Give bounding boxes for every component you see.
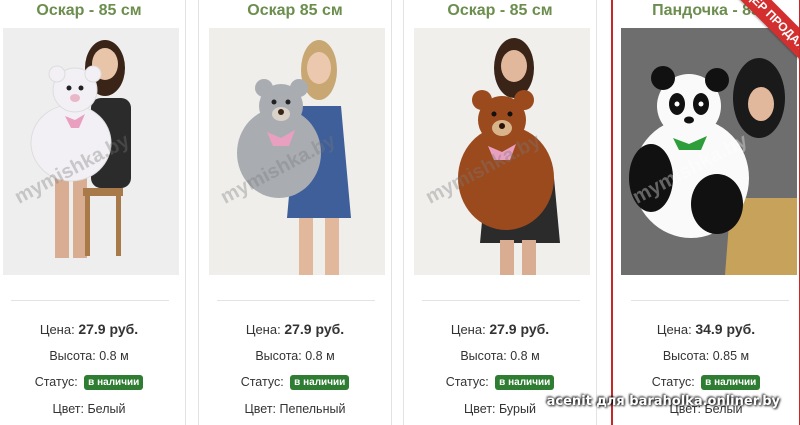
status-row: Статус: в наличии [404, 375, 596, 390]
price-row: Цена: 34.9 руб. [613, 321, 799, 337]
status-badge: в наличии [84, 375, 144, 390]
height-value: 0.85 м [712, 349, 750, 363]
price-label: Цена: [245, 322, 281, 337]
price-value: 34.9 руб. [695, 321, 756, 337]
status-label: Статус: [34, 375, 78, 389]
height-row: Высота: 0.8 м [199, 349, 391, 363]
product-photo[interactable]: mymishka.by [3, 28, 179, 275]
status-label: Статус: [651, 375, 695, 389]
divider [631, 300, 789, 301]
status-row: Статус: в наличии [0, 375, 185, 390]
divider [422, 300, 580, 301]
price-row: Цена: 27.9 руб. [0, 321, 185, 337]
height-value: 0.8 м [305, 349, 335, 363]
status-label: Статус: [445, 375, 489, 389]
color-value: Бурый [499, 402, 536, 416]
product-photo[interactable]: mymishka.by [414, 28, 590, 275]
status-badge: в наличии [290, 375, 350, 390]
height-label: Высота: [255, 349, 302, 363]
site-watermark: acenit для baraholka.onliner.by [546, 394, 780, 409]
color-value: Белый [87, 402, 126, 416]
status-badge: в наличии [701, 375, 761, 390]
divider [217, 300, 375, 301]
height-value: 0.8 м [510, 349, 540, 363]
product-title[interactable]: Оскар 85 см [199, 2, 391, 20]
color-label: Цвет: [52, 402, 84, 416]
height-label: Высота: [460, 349, 507, 363]
height-row: Высота: 0.8 м [0, 349, 185, 363]
color-row: Цвет: Пепельный [199, 402, 391, 416]
divider [11, 300, 169, 301]
product-card[interactable]: Оскар 85 см mymishka.by Цена: 27.9 руб. … [198, 0, 392, 425]
color-label: Цвет: [244, 402, 277, 416]
product-title[interactable]: Оскар - 85 см [404, 2, 596, 20]
product-title[interactable]: Оскар - 85 см [0, 2, 185, 20]
price-row: Цена: 27.9 руб. [404, 321, 596, 337]
status-row: Статус: в наличии [199, 375, 391, 390]
product-card[interactable]: Оскар - 85 см mymishka.by Цена: 27.9 руб… [0, 0, 186, 425]
height-row: Высота: 0.85 м [613, 349, 799, 363]
height-label: Высота: [49, 349, 96, 363]
product-card-featured[interactable]: Пандочка - 85 mymishka.by ПРОДАЖ Цена: 3… [611, 0, 800, 425]
product-card[interactable]: Оскар - 85 см mymishka.by Цена: 27.9 руб… [403, 0, 597, 425]
height-label: Высота: [662, 349, 710, 363]
price-label: Цена: [450, 322, 486, 337]
color-row: Цвет: Белый [0, 402, 185, 416]
price-label: Цена: [656, 322, 692, 337]
product-photo[interactable]: mymishka.by [621, 28, 797, 275]
height-row: Высота: 0.8 м [404, 349, 596, 363]
color-label: Цвет: [464, 402, 496, 416]
price-label: Цена: [39, 322, 75, 337]
product-photo[interactable]: mymishka.by [209, 28, 385, 275]
price-row: Цена: 27.9 руб. [199, 321, 391, 337]
color-value: Пепельный [279, 402, 346, 416]
status-label: Статус: [240, 375, 284, 389]
status-row: Статус: в наличии [613, 375, 799, 390]
price-value: 27.9 руб. [489, 321, 550, 337]
price-value: 27.9 руб. [284, 321, 345, 337]
height-value: 0.8 м [99, 349, 129, 363]
price-value: 27.9 руб. [78, 321, 139, 337]
product-grid: Оскар - 85 см mymishka.by Цена: 27.9 руб… [0, 0, 800, 425]
status-badge: в наличии [495, 375, 555, 390]
